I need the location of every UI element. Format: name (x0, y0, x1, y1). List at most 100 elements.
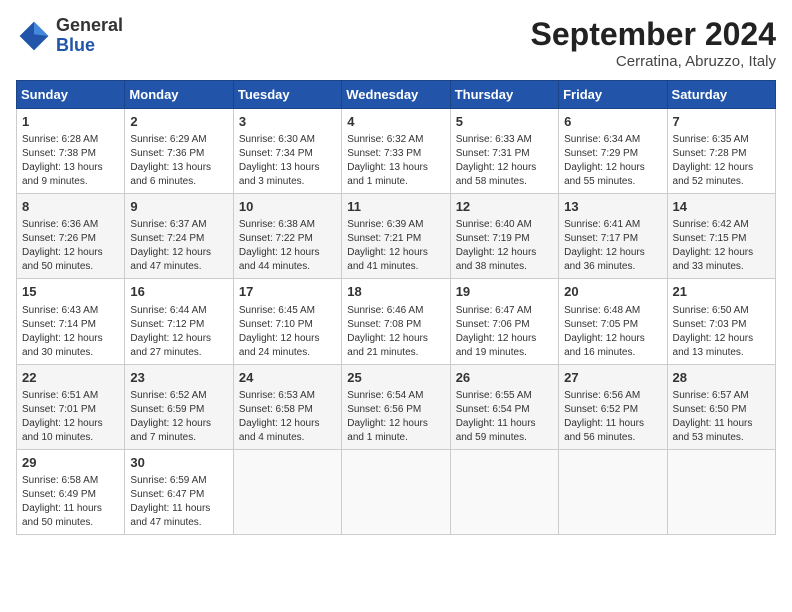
calendar-cell: 14 Sunrise: 6:42 AM Sunset: 7:15 PM Dayli… (667, 194, 775, 279)
day-number: 15 (22, 283, 119, 301)
day-info: Sunrise: 6:53 AM Sunset: 6:58 PM Dayligh… (239, 389, 336, 445)
calendar-cell: 15 Sunrise: 6:43 AM Sunset: 7:14 PM Dayli… (17, 279, 125, 364)
calendar-cell: 12 Sunrise: 6:40 AM Sunset: 7:19 PM Dayli… (450, 194, 558, 279)
day-info: Sunrise: 6:59 AM Sunset: 6:47 PM Dayligh… (130, 474, 227, 530)
calendar-cell: 3 Sunrise: 6:30 AM Sunset: 7:34 PM Daylig… (233, 109, 341, 194)
day-number: 29 (22, 454, 119, 472)
day-number: 18 (347, 283, 444, 301)
calendar-cell: 9 Sunrise: 6:37 AM Sunset: 7:24 PM Daylig… (125, 194, 233, 279)
day-number: 27 (564, 369, 661, 387)
weekday-header: Wednesday (342, 81, 450, 109)
day-info: Sunrise: 6:56 AM Sunset: 6:52 PM Dayligh… (564, 389, 661, 445)
calendar-cell: 27 Sunrise: 6:56 AM Sunset: 6:52 PM Dayli… (559, 364, 667, 449)
calendar-cell: 23 Sunrise: 6:52 AM Sunset: 6:59 PM Dayli… (125, 364, 233, 449)
day-info: Sunrise: 6:30 AM Sunset: 7:34 PM Dayligh… (239, 133, 336, 189)
day-number: 22 (22, 369, 119, 387)
weekday-header: Saturday (667, 81, 775, 109)
day-info: Sunrise: 6:35 AM Sunset: 7:28 PM Dayligh… (673, 133, 770, 189)
weekday-header: Friday (559, 81, 667, 109)
calendar-cell: 20 Sunrise: 6:48 AM Sunset: 7:05 PM Dayli… (559, 279, 667, 364)
day-number: 21 (673, 283, 770, 301)
calendar-cell: 24 Sunrise: 6:53 AM Sunset: 6:58 PM Dayli… (233, 364, 341, 449)
day-info: Sunrise: 6:45 AM Sunset: 7:10 PM Dayligh… (239, 304, 336, 360)
day-number: 1 (22, 113, 119, 131)
day-number: 30 (130, 454, 227, 472)
day-number: 24 (239, 369, 336, 387)
day-number: 28 (673, 369, 770, 387)
location-subtitle: Cerratina, Abruzzo, Italy (531, 53, 776, 70)
day-number: 13 (564, 198, 661, 216)
day-info: Sunrise: 6:33 AM Sunset: 7:31 PM Dayligh… (456, 133, 553, 189)
day-info: Sunrise: 6:44 AM Sunset: 7:12 PM Dayligh… (130, 304, 227, 360)
calendar-cell: 17 Sunrise: 6:45 AM Sunset: 7:10 PM Dayli… (233, 279, 341, 364)
weekday-header: Thursday (450, 81, 558, 109)
day-info: Sunrise: 6:41 AM Sunset: 7:17 PM Dayligh… (564, 218, 661, 274)
calendar-cell: 22Sunrise: 6:51 AM Sunset: 7:01 PM Dayli… (17, 364, 125, 449)
day-number: 17 (239, 283, 336, 301)
calendar-cell: 21 Sunrise: 6:50 AM Sunset: 7:03 PM Dayli… (667, 279, 775, 364)
day-info: Sunrise: 6:46 AM Sunset: 7:08 PM Dayligh… (347, 304, 444, 360)
day-number: 11 (347, 198, 444, 216)
calendar-cell: 30 Sunrise: 6:59 AM Sunset: 6:47 PM Dayli… (125, 449, 233, 534)
logo-text: General Blue (56, 16, 123, 56)
calendar-cell (667, 449, 775, 534)
day-info: Sunrise: 6:55 AM Sunset: 6:54 PM Dayligh… (456, 389, 553, 445)
calendar-cell: 11 Sunrise: 6:39 AM Sunset: 7:21 PM Dayli… (342, 194, 450, 279)
day-number: 20 (564, 283, 661, 301)
day-info: Sunrise: 6:38 AM Sunset: 7:22 PM Dayligh… (239, 218, 336, 274)
calendar-cell: 18 Sunrise: 6:46 AM Sunset: 7:08 PM Dayli… (342, 279, 450, 364)
day-number: 7 (673, 113, 770, 131)
day-number: 3 (239, 113, 336, 131)
month-title: September 2024 (531, 16, 776, 53)
day-info: Sunrise: 6:40 AM Sunset: 7:19 PM Dayligh… (456, 218, 553, 274)
day-number: 25 (347, 369, 444, 387)
calendar-cell (559, 449, 667, 534)
calendar-cell: 1 Sunrise: 6:28 AM Sunset: 7:38 PM Daylig… (17, 109, 125, 194)
calendar-cell: 25 Sunrise: 6:54 AM Sunset: 6:56 PM Dayli… (342, 364, 450, 449)
calendar-cell: 28Sunrise: 6:57 AM Sunset: 6:50 PM Dayli… (667, 364, 775, 449)
calendar-cell: 5 Sunrise: 6:33 AM Sunset: 7:31 PM Daylig… (450, 109, 558, 194)
page-header: General Blue September 2024 Cerratina, A… (16, 16, 776, 70)
weekday-header: Sunday (17, 81, 125, 109)
day-number: 14 (673, 198, 770, 216)
calendar-cell: 26 Sunrise: 6:55 AM Sunset: 6:54 PM Dayli… (450, 364, 558, 449)
calendar-cell: 6 Sunrise: 6:34 AM Sunset: 7:29 PM Daylig… (559, 109, 667, 194)
calendar-cell: 4Sunrise: 6:32 AM Sunset: 7:33 PM Daylig… (342, 109, 450, 194)
day-info: Sunrise: 6:42 AM Sunset: 7:15 PM Dayligh… (673, 218, 770, 274)
day-number: 5 (456, 113, 553, 131)
day-info: Sunrise: 6:43 AM Sunset: 7:14 PM Dayligh… (22, 304, 119, 360)
calendar-cell: 29Sunrise: 6:58 AM Sunset: 6:49 PM Dayli… (17, 449, 125, 534)
calendar-cell (233, 449, 341, 534)
day-info: Sunrise: 6:48 AM Sunset: 7:05 PM Dayligh… (564, 304, 661, 360)
day-number: 6 (564, 113, 661, 131)
calendar-cell: 10 Sunrise: 6:38 AM Sunset: 7:22 PM Dayli… (233, 194, 341, 279)
day-info: Sunrise: 6:28 AM Sunset: 7:38 PM Dayligh… (22, 133, 119, 189)
day-number: 9 (130, 198, 227, 216)
day-info: Sunrise: 6:39 AM Sunset: 7:21 PM Dayligh… (347, 218, 444, 274)
calendar-cell: 8 Sunrise: 6:36 AM Sunset: 7:26 PM Daylig… (17, 194, 125, 279)
day-info: Sunrise: 6:47 AM Sunset: 7:06 PM Dayligh… (456, 304, 553, 360)
logo-icon (16, 18, 52, 54)
day-number: 19 (456, 283, 553, 301)
calendar-cell: 16 Sunrise: 6:44 AM Sunset: 7:12 PM Dayli… (125, 279, 233, 364)
day-info: Sunrise: 6:36 AM Sunset: 7:26 PM Dayligh… (22, 218, 119, 274)
calendar-cell: 7 Sunrise: 6:35 AM Sunset: 7:28 PM Daylig… (667, 109, 775, 194)
day-info: Sunrise: 6:50 AM Sunset: 7:03 PM Dayligh… (673, 304, 770, 360)
day-info: Sunrise: 6:29 AM Sunset: 7:36 PM Dayligh… (130, 133, 227, 189)
day-info: Sunrise: 6:52 AM Sunset: 6:59 PM Dayligh… (130, 389, 227, 445)
day-number: 12 (456, 198, 553, 216)
day-number: 8 (22, 198, 119, 216)
calendar-cell (342, 449, 450, 534)
day-number: 4 (347, 113, 444, 131)
weekday-header: Monday (125, 81, 233, 109)
calendar-cell: 13 Sunrise: 6:41 AM Sunset: 7:17 PM Dayli… (559, 194, 667, 279)
day-info: Sunrise: 6:34 AM Sunset: 7:29 PM Dayligh… (564, 133, 661, 189)
day-info: Sunrise: 6:37 AM Sunset: 7:24 PM Dayligh… (130, 218, 227, 274)
day-info: Sunrise: 6:54 AM Sunset: 6:56 PM Dayligh… (347, 389, 444, 445)
day-number: 16 (130, 283, 227, 301)
day-number: 23 (130, 369, 227, 387)
logo: General Blue (16, 16, 123, 56)
weekday-header: Tuesday (233, 81, 341, 109)
day-number: 26 (456, 369, 553, 387)
day-number: 10 (239, 198, 336, 216)
